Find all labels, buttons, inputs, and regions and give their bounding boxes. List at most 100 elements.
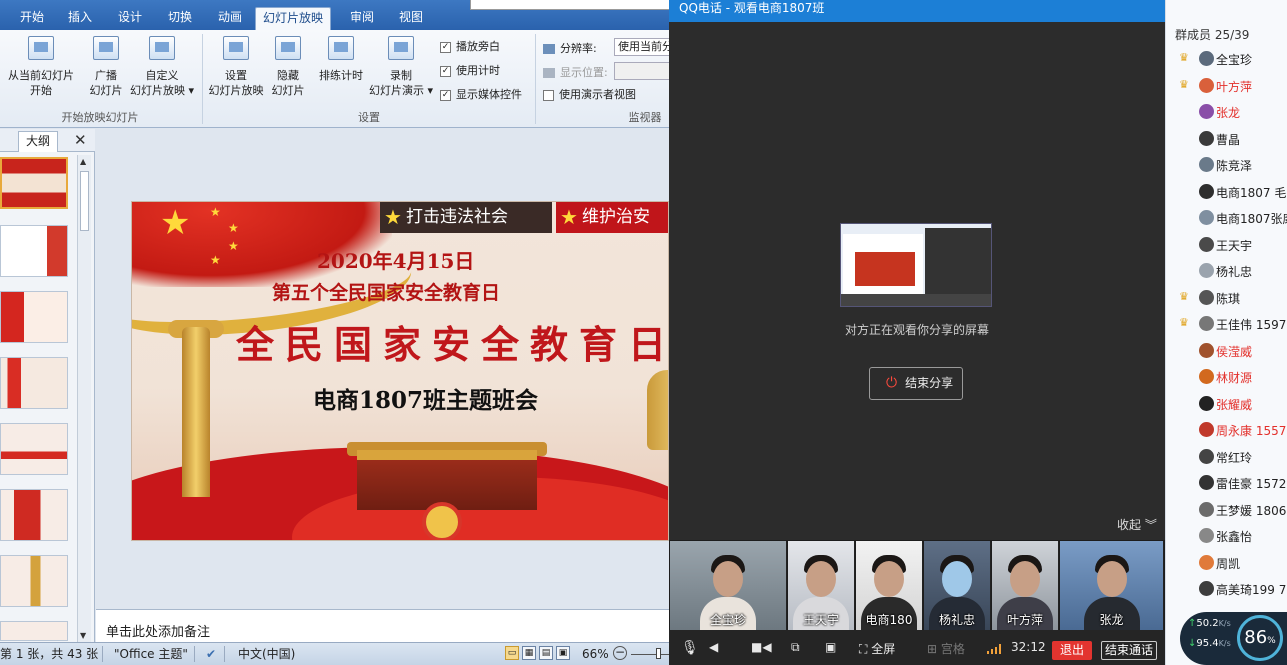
tab-review[interactable]: 审阅 — [342, 7, 382, 30]
show-on-select[interactable] — [614, 62, 669, 80]
end-call-button[interactable]: 结束通话 — [1101, 641, 1157, 660]
grid-view-button[interactable]: ⊞ 宫格 — [927, 640, 965, 657]
tab-view[interactable]: 视图 — [391, 7, 431, 30]
zoom-slider[interactable] — [631, 654, 669, 655]
member-row[interactable]: 王天宇 — [1166, 232, 1287, 258]
member-name: 高美琦199 72 — [1216, 583, 1287, 597]
slide-thumbnail[interactable] — [0, 157, 68, 209]
slide-thumbnail[interactable] — [0, 621, 68, 641]
reading-view-icon[interactable]: ▤ — [539, 646, 553, 660]
member-row[interactable]: 常红玲 — [1166, 444, 1287, 470]
fullscreen-button[interactable]: ⛶ 全屏 — [859, 640, 895, 657]
tab-animations[interactable]: 动画 — [210, 7, 250, 30]
star-icon: ★ — [560, 205, 578, 229]
broadcast-slideshow-button[interactable]: 广播 幻灯片 — [86, 36, 126, 98]
slide-thumbnail[interactable] — [0, 291, 68, 343]
tab-design[interactable]: 设计 — [110, 7, 150, 30]
slide-thumbnail[interactable] — [0, 225, 68, 277]
member-row[interactable]: 陈竞泽 — [1166, 152, 1287, 178]
member-row[interactable]: 电商1807张康 — [1166, 205, 1287, 231]
video-tile[interactable]: 全宝珍 — [670, 541, 787, 630]
member-name: 陈琪 — [1216, 291, 1241, 306]
presenter-view-checkbox[interactable]: 使用演示者视图 — [543, 88, 636, 103]
tab-insert[interactable]: 插入 — [60, 7, 100, 30]
speaker-icon[interactable]: ◀ — [709, 640, 718, 654]
member-name: 陈竞泽 — [1216, 159, 1253, 173]
video-tile[interactable]: 王天宇 — [788, 541, 855, 630]
member-row[interactable]: 杨礼忠 — [1166, 258, 1287, 284]
scroll-up-icon[interactable]: ▲ — [80, 157, 86, 166]
member-row[interactable]: ♛ 陈琪 — [1166, 285, 1287, 311]
member-row[interactable]: ♛ 全宝珍 — [1166, 46, 1287, 72]
exit-button[interactable]: 退出 — [1052, 641, 1092, 660]
member-row[interactable]: 周永康 15571 — [1166, 417, 1287, 443]
button-label: 幻灯片 — [271, 84, 305, 97]
member-row[interactable]: ♛ 叶方萍 — [1166, 73, 1287, 99]
collapse-button[interactable]: 收起 ︾ — [1117, 516, 1157, 533]
whiteboard-icon[interactable]: ▣ — [825, 640, 836, 654]
notes-placeholder[interactable]: 单击此处添加备注 — [106, 621, 210, 640]
video-tile[interactable]: 电商180 — [856, 541, 923, 630]
slide-subtitle: 第五个全民国家安全教育日 — [272, 282, 501, 304]
video-tile[interactable]: 叶方萍 — [992, 541, 1059, 630]
tab-home[interactable]: 开始 — [12, 7, 52, 30]
member-row[interactable]: ♛ 王佳伟 15971 — [1166, 311, 1287, 337]
member-row[interactable]: 周凯 — [1166, 550, 1287, 576]
slide-canvas[interactable]: ★ ★ ★ ★ ★ ★ 打击违法社会 ★ 维护治安 2020年4月15日 第五个全民… — [131, 201, 669, 541]
resolution-select[interactable]: 使用当前分 — [614, 38, 669, 56]
member-row[interactable]: 林财源 — [1166, 364, 1287, 390]
video-tile[interactable]: 杨礼忠 — [924, 541, 991, 630]
record-slideshow-button[interactable]: 录制 幻灯片演示 ▾ — [366, 36, 436, 98]
scroll-thumb[interactable] — [80, 171, 89, 231]
member-row[interactable]: 王梦媛 18062 — [1166, 497, 1287, 523]
group-divider — [535, 34, 536, 124]
microphone-icon[interactable]: 🎙 — [681, 640, 699, 656]
end-share-button[interactable]: ⏻ 结束分享 — [869, 367, 963, 400]
screen-share-icon[interactable]: ⧉ — [791, 640, 800, 655]
custom-slideshow-button[interactable]: 自定义 幻灯片放映 ▾ — [128, 36, 196, 98]
close-icon[interactable]: ✕ — [74, 131, 87, 149]
slide-sorter-icon[interactable]: ▦ — [522, 646, 536, 660]
slide-thumbnail[interactable] — [0, 489, 68, 541]
hide-slide-button[interactable]: 隐藏 幻灯片 — [268, 36, 308, 98]
member-row[interactable]: 高美琦199 72 — [1166, 576, 1287, 602]
normal-view-icon[interactable]: ▭ — [505, 646, 519, 660]
member-row[interactable]: 侯滢威 — [1166, 338, 1287, 364]
participant-name: 杨礼忠 — [938, 613, 975, 627]
slide-thumbnail[interactable] — [0, 423, 68, 475]
spellcheck-icon[interactable]: ✔ — [206, 645, 216, 664]
slide-thumbnail[interactable] — [0, 357, 68, 409]
zoom-slider-handle[interactable] — [656, 648, 661, 659]
from-current-slide-button[interactable]: 从当前幻灯片 开始 — [4, 36, 78, 98]
use-timings-checkbox[interactable]: ✓ 使用计时 — [440, 64, 500, 79]
play-narration-checkbox[interactable]: ✓ 播放旁白 — [440, 40, 500, 55]
member-row[interactable]: 曹晶 — [1166, 126, 1287, 152]
slide-thumbnail[interactable] — [0, 555, 68, 607]
show-media-controls-checkbox[interactable]: ✓ 显示媒体控件 — [440, 88, 522, 103]
member-row[interactable]: 电商1807 毛莉 — [1166, 179, 1287, 205]
pane-scrollbar[interactable]: ▲ ▼ — [77, 155, 91, 642]
party-emblem-image — [422, 502, 462, 540]
slideshow-view-icon[interactable]: ▣ — [556, 646, 570, 660]
tab-slideshow[interactable]: 幻灯片放映 — [255, 7, 331, 30]
scroll-down-icon[interactable]: ▼ — [80, 631, 86, 640]
rehearse-timings-button[interactable]: 排练计时 — [314, 36, 368, 83]
checkmark-icon: ✓ — [440, 89, 451, 101]
notes-pane[interactable]: 单击此处添加备注 — [96, 609, 669, 642]
member-name: 张鑫怡 — [1216, 530, 1253, 544]
admin-crown-icon: ♛ — [1179, 289, 1189, 303]
camera-icon[interactable]: ■◀ — [751, 640, 772, 654]
zoom-level[interactable]: 66% — [582, 645, 609, 664]
network-speed-widget[interactable]: ↑50.2K/s ↓95.4K/s 86% — [1180, 612, 1287, 665]
member-row[interactable]: 张耀威 — [1166, 391, 1287, 417]
member-row[interactable]: 张鑫怡 — [1166, 523, 1287, 549]
video-tile[interactable]: 张龙 — [1060, 541, 1164, 630]
language-indicator[interactable]: 中文(中国) — [238, 645, 295, 664]
zoom-out-icon[interactable]: − — [613, 646, 627, 660]
tab-transitions[interactable]: 切换 — [160, 7, 200, 30]
huabiao-pillar-image — [182, 327, 210, 497]
member-row[interactable]: 雷佳豪 15727 — [1166, 470, 1287, 496]
setup-slideshow-button[interactable]: 设置 幻灯片放映 — [206, 36, 266, 98]
member-row[interactable]: 张龙 — [1166, 99, 1287, 125]
tab-outline[interactable]: 大纲 — [18, 131, 58, 152]
